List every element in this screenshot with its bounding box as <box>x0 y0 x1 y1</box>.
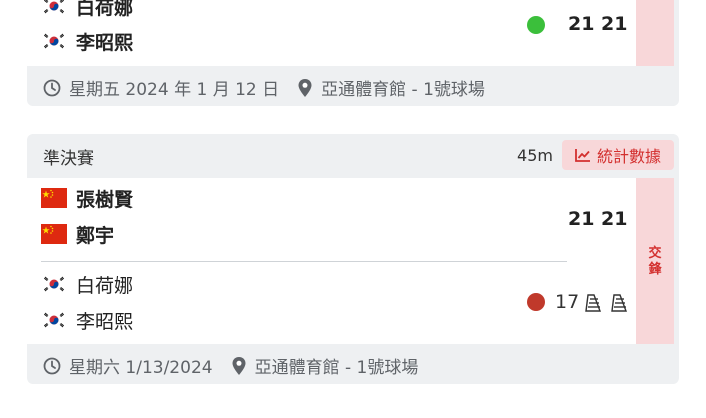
team-divider <box>41 261 567 262</box>
match-status-dot <box>527 293 545 311</box>
side-label-2: 鋒 <box>648 262 662 277</box>
match-card-2[interactable]: 準決賽 45m 統計數據 張樹賢 鄭宇 21 21 白荷娜 李昭熙 17 交 鋒… <box>27 134 679 384</box>
match-card-1[interactable]: 白荷娜 李昭熙 21 21 星期五 2024 年 1 月 12 日 亞通體育館 … <box>27 0 679 106</box>
south-korea-flag-icon <box>41 310 67 330</box>
shuttlecock-icons <box>585 294 628 312</box>
team-a-score: 21 21 <box>568 208 628 230</box>
player-name: 白荷娜 <box>76 274 134 297</box>
match-venue[interactable]: 亞通體育館 - 1號球場 <box>255 353 419 378</box>
match-card-2-body: 張樹賢 鄭宇 21 21 白荷娜 李昭熙 17 <box>27 178 637 344</box>
south-korea-flag-icon <box>41 0 67 16</box>
match-2-footer: 星期六 1/13/2024 亞通體育館 - 1號球場 <box>43 353 418 378</box>
side-strip <box>636 0 674 66</box>
player-name: 李昭熙 <box>76 310 134 333</box>
team-a-score: 21 21 <box>568 13 628 35</box>
player-name: 張樹賢 <box>76 188 134 211</box>
team-a-player-2: 李昭熙 <box>41 28 133 54</box>
match-duration: 45m <box>517 146 553 165</box>
side-strip: 交 鋒 <box>636 178 674 344</box>
player-name: 李昭熙 <box>76 31 134 54</box>
player-name: 白荷娜 <box>76 0 134 19</box>
clock-icon <box>43 79 61 97</box>
round-title: 準決賽 <box>43 149 94 169</box>
china-flag-icon <box>41 224 67 244</box>
location-pin-icon <box>297 78 313 98</box>
team-a-player-1: 白荷娜 <box>41 0 133 19</box>
location-pin-icon <box>231 356 247 376</box>
team-a-player-1: 張樹賢 <box>41 185 133 211</box>
stats-button[interactable]: 統計數據 <box>562 140 674 170</box>
match-1-footer: 星期五 2024 年 1 月 12 日 亞通體育館 - 1號球場 <box>43 75 485 100</box>
player-name: 鄭宇 <box>76 224 115 247</box>
match-card-1-body: 白荷娜 李昭熙 21 21 <box>27 0 637 66</box>
match-date: 星期五 2024 年 1 月 12 日 <box>69 80 280 100</box>
team-b-player-2: 李昭熙 <box>41 307 133 333</box>
south-korea-flag-icon <box>41 274 67 294</box>
team-a-player-2: 鄭宇 <box>41 221 114 247</box>
chart-line-icon <box>575 149 590 162</box>
side-label-1: 交 <box>648 246 662 261</box>
match-venue[interactable]: 亞通體育館 - 1號球場 <box>321 75 485 100</box>
team-b-player-1: 白荷娜 <box>41 271 133 297</box>
south-korea-flag-icon <box>41 31 67 51</box>
team-b-score: 17 <box>555 291 580 313</box>
stats-button-label: 統計數據 <box>596 147 661 166</box>
china-flag-icon <box>41 188 67 208</box>
match-status-dot <box>527 16 545 34</box>
clock-icon <box>43 357 61 375</box>
match-date: 星期六 1/13/2024 <box>69 358 213 378</box>
